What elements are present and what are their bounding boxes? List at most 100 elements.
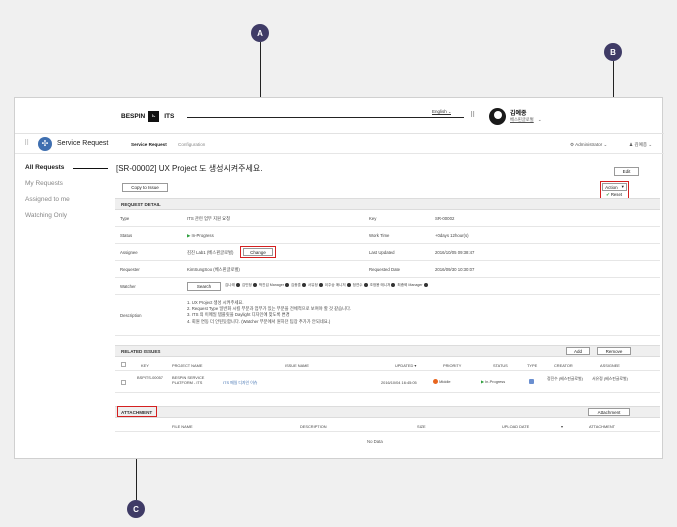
user-menu[interactable]: ♟ 김예종 ⌄	[629, 142, 652, 148]
related-table-header: KEY PROJECT NAME ISSUE NAME UPDATED ▾ PR…	[115, 359, 660, 371]
col-project: PROJECT NAME	[172, 363, 203, 368]
remove-icon[interactable]	[346, 283, 351, 288]
sort-down-icon: ▾	[414, 363, 417, 368]
sidebar-item-all-requests[interactable]: All Requests	[25, 164, 64, 171]
watcher-chip: 김나래	[225, 283, 240, 288]
header-rule	[187, 117, 464, 118]
detail-row-type: Type ITS 관련 업무 지원 요청 Key SR-00002	[115, 210, 660, 227]
watcher-chip: 이주승 매니저	[325, 283, 351, 288]
callout-c: C	[127, 500, 145, 518]
watcher-chip: 김종훈	[291, 283, 306, 288]
top-header: BESPIN ⊾ ITS English ⌄ ⠿ 김예종 베스핀글로벌 ⌄	[15, 98, 664, 134]
gear-icon: ⚙	[570, 142, 575, 147]
detail-row-requester: Requester KimSungSoo (베스핀글로벌) Requested …	[115, 261, 660, 278]
requester-value: KimSungSoo (베스핀글로벌)	[187, 267, 240, 272]
sidebar-item-assigned[interactable]: Assigned to me	[25, 196, 70, 203]
person-icon: ♟	[629, 142, 634, 147]
sidebar-active-marker	[73, 168, 108, 169]
remove-icon[interactable]	[363, 283, 368, 288]
requested-label: Requested Date	[369, 267, 401, 272]
description-label: Description	[120, 313, 142, 318]
chevron-down-icon: ⌄	[648, 142, 653, 147]
menu-grid-icon[interactable]: ⠿	[24, 140, 29, 148]
page-title: [SR-00002] UX Project 도 생성시켜주세요.	[116, 164, 263, 173]
issue-priority: Middle	[433, 379, 451, 385]
avatar[interactable]	[489, 108, 506, 125]
issue-creator: 정진수 (베스핀글로벌)	[547, 376, 583, 381]
sort-down-icon[interactable]: ▾	[561, 424, 563, 429]
watcher-chip: 서유정	[308, 283, 323, 288]
col-updated[interactable]: UPDATED ▾	[395, 363, 416, 368]
table-row[interactable]: BSPITS-00057 BESPIN SERVICE PLATFORM - I…	[115, 371, 660, 393]
select-all-checkbox[interactable]	[121, 362, 126, 367]
user-org-link[interactable]: 베스핀글로벌 ⌄	[510, 117, 542, 123]
col-upload-date: UPLOAD DATE	[502, 424, 530, 429]
lastupdated-value: 2016/10/05 09:38:47	[435, 250, 475, 255]
user-icon	[493, 111, 502, 119]
row-checkbox[interactable]	[121, 380, 126, 385]
language-select[interactable]: English ⌄	[432, 109, 452, 115]
issue-key[interactable]: BSPITS-00057	[137, 375, 163, 380]
col-assignee: ASSIGNEE	[600, 363, 620, 368]
col-file-name: FILE NAME	[172, 424, 193, 429]
requested-value: 2016/09/30 10:30:07	[435, 267, 475, 272]
description-text: 1. UX Project 생성 시켜주세요. 2. Request Type …	[187, 300, 351, 325]
status-text: In-Progress	[191, 233, 214, 238]
highlight-change-button	[240, 246, 276, 258]
remove-icon[interactable]	[391, 283, 396, 288]
remove-icon[interactable]	[235, 283, 240, 288]
tab-configuration[interactable]: Configuration	[178, 142, 205, 147]
remove-icon[interactable]	[301, 283, 306, 288]
remove-related-button[interactable]: Remove	[597, 347, 631, 355]
status-value: ▶ In-Progress	[187, 233, 214, 239]
requester-label: Requester	[120, 267, 140, 272]
detail-row-status: Status ▶ In-Progress Work Time +0days 12…	[115, 227, 660, 244]
assignee-label: Assignee	[120, 250, 138, 255]
product-name: ITS	[164, 113, 175, 120]
watcher-chip: 박진섭 Manager	[259, 283, 289, 288]
issue-updated: 2016/10/04 16:45:05	[381, 380, 417, 385]
add-related-button[interactable]: Add	[566, 347, 590, 355]
remove-icon[interactable]	[423, 283, 428, 288]
lastupdated-label: Last Updated	[369, 250, 395, 255]
service-logo-icon: ✣	[38, 137, 52, 151]
request-content: [SR-00002] UX Project 도 생성시켜주세요. Copy to…	[115, 154, 660, 459]
issue-assignee: 서유정 (베스핀글로벌)	[592, 376, 628, 381]
attachment-header: ATTACHMENT	[115, 406, 660, 418]
sidebar-item-my-requests[interactable]: My Requests	[25, 180, 63, 187]
app-window: BESPIN ⊾ ITS English ⌄ ⠿ 김예종 베스핀글로벌 ⌄ ⠿ …	[14, 97, 664, 459]
watcher-chip: 정연수	[353, 283, 368, 288]
remove-icon[interactable]	[318, 283, 323, 288]
copy-to-issue-button[interactable]: Copy to Issue	[122, 183, 168, 192]
sidebar-item-watching[interactable]: Watching Only	[25, 212, 67, 219]
col-status: STATUS	[493, 363, 508, 368]
apps-grid-icon[interactable]: ⠿	[470, 112, 478, 120]
worktime-label: Work Time	[369, 233, 390, 238]
watcher-list: 김나래 김민정 박진섭 Manager 김종훈 서유정 이주승 매니저 정연수 …	[225, 283, 428, 288]
issue-name[interactable]: ITS 메일 디자인 이슈	[223, 380, 257, 386]
attachment-table-header: FILE NAME DESCRIPTION SIZE UPLOAD DATE ▾…	[115, 420, 660, 432]
issue-project: BESPIN SERVICE PLATFORM - ITS	[172, 375, 205, 385]
tab-service-request[interactable]: Service Request	[131, 142, 167, 147]
watcher-search-button[interactable]: Search	[187, 282, 221, 291]
detail-row-watcher: Watcher Search 김나래 김민정 박진섭 Manager 김종훈 서…	[115, 278, 660, 295]
play-icon: ▶	[481, 379, 484, 384]
key-label: Key	[369, 216, 377, 221]
remove-icon[interactable]	[284, 283, 289, 288]
chevron-down-icon: ⌄	[448, 109, 452, 114]
request-detail-header: REQUEST DETAIL	[115, 198, 660, 210]
edit-button[interactable]: Edit	[614, 167, 639, 176]
brand-logo: BESPIN ⊾ ITS	[121, 111, 174, 122]
user-name: 김예종	[510, 111, 527, 117]
col-description: DESCRIPTION	[300, 424, 327, 429]
col-type: TYPE	[527, 363, 538, 368]
user-org-label: 베스핀글로벌	[510, 117, 534, 122]
attachment-button[interactable]: Attachment	[588, 408, 630, 416]
type-label: Type	[120, 216, 130, 221]
chevron-down-icon: ⌄	[537, 117, 542, 122]
callout-b: B	[604, 43, 622, 61]
remove-icon[interactable]	[252, 283, 257, 288]
admin-menu[interactable]: ⚙ Administrator ⌄	[570, 142, 607, 148]
play-icon: ▶	[187, 233, 191, 238]
highlight-attachment	[117, 406, 157, 417]
